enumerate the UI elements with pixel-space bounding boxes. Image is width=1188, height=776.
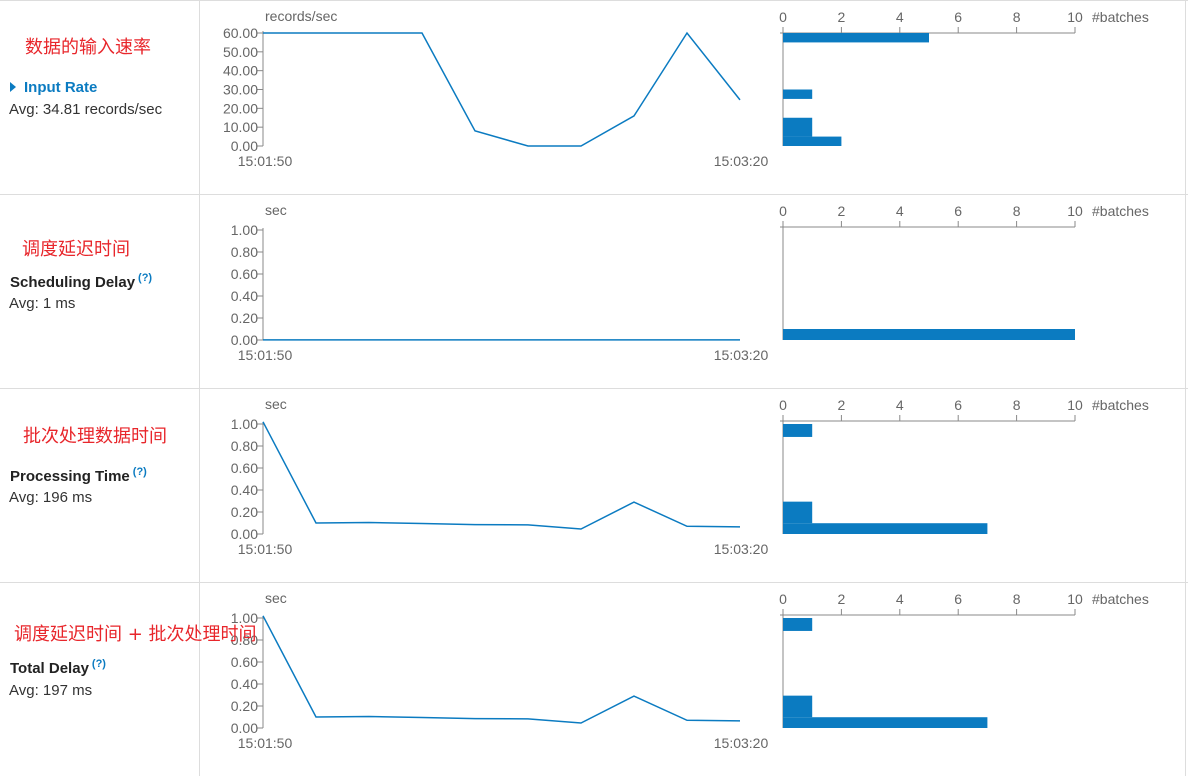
y-tick-label: 0.20: [231, 504, 258, 520]
x-tick-label: 15:03:20: [714, 153, 769, 169]
y-tick-label: 40.00: [223, 63, 258, 79]
x-tick-label: 10: [1067, 9, 1083, 25]
y-axis-label: sec: [265, 202, 287, 218]
y-tick-label: 0.80: [231, 438, 258, 454]
x-tick-label: 15:03:20: [714, 735, 769, 751]
x-axis-label: #batches: [1092, 397, 1149, 413]
x-tick-label: 4: [896, 397, 904, 413]
y-tick-label: 0.80: [231, 244, 258, 260]
y-tick-label: 10.00: [223, 119, 258, 135]
series-line: [262, 615, 741, 724]
x-tick-label: 2: [838, 9, 846, 25]
y-tick-label: 1.00: [231, 416, 258, 432]
y-tick-label: 60.00: [223, 25, 258, 41]
histogram-bar: [783, 717, 988, 728]
x-tick-label: 4: [896, 9, 904, 25]
x-tick-label: 0: [779, 9, 787, 25]
x-tick-label: 4: [896, 591, 904, 607]
x-tick-label: 15:01:50: [238, 541, 293, 557]
y-tick-label: 0.40: [231, 676, 258, 692]
series-line: [263, 31, 741, 147]
x-tick-label: 2: [838, 591, 846, 607]
histogram-bar: [783, 33, 929, 43]
y-tick-label: 0.60: [231, 460, 258, 476]
x-tick-label: 15:01:50: [238, 153, 293, 169]
x-tick-label: 0: [779, 591, 787, 607]
x-tick-label: 10: [1067, 591, 1083, 607]
x-tick-label: 15:03:20: [714, 541, 769, 557]
x-tick-label: 4: [896, 203, 904, 219]
y-tick-label: 0.60: [231, 654, 258, 670]
y-tick-label: 30.00: [223, 82, 258, 98]
histogram-bar: [783, 329, 1075, 340]
charts-canvas: records/sec60.0050.0040.0030.0020.0010.0…: [223, 8, 1149, 751]
y-tick-label: 0.40: [231, 288, 258, 304]
series-line: [262, 421, 741, 530]
x-tick-label: 8: [1013, 397, 1021, 413]
histogram-bar: [783, 89, 813, 99]
x-tick-label: 15:01:50: [238, 735, 293, 751]
histogram-bar: [783, 424, 813, 437]
x-axis-label: #batches: [1092, 591, 1149, 607]
y-tick-label: 0.00: [231, 526, 258, 542]
x-tick-label: 2: [838, 203, 846, 219]
x-tick-label: 15:03:20: [714, 347, 769, 363]
x-tick-label: 0: [779, 203, 787, 219]
annotation-label-total: 调度延迟时间 + 批次处理时间: [14, 624, 257, 645]
y-tick-label: 0.20: [231, 310, 258, 326]
histogram-bar: [783, 618, 813, 631]
y-tick-label: 1.00: [231, 222, 258, 238]
x-tick-label: 6: [954, 397, 962, 413]
histogram-bar: [783, 117, 813, 137]
x-tick-label: 0: [779, 397, 787, 413]
x-tick-label: 15:01:50: [238, 347, 293, 363]
x-tick-label: 10: [1067, 397, 1083, 413]
y-axis-label: sec: [265, 396, 287, 412]
histogram-bar: [783, 695, 813, 718]
y-tick-label: 0.00: [231, 332, 258, 348]
x-tick-label: 6: [954, 591, 962, 607]
histogram-bar: [783, 501, 813, 524]
y-tick-label: 50.00: [223, 44, 258, 60]
x-tick-label: 10: [1067, 203, 1083, 219]
y-tick-label: 0.00: [231, 138, 258, 154]
x-tick-label: 6: [954, 203, 962, 219]
y-tick-label: 0.00: [231, 720, 258, 736]
y-axis-label: records/sec: [265, 8, 337, 24]
x-axis-label: #batches: [1092, 203, 1149, 219]
y-tick-label: 0.40: [231, 482, 258, 498]
x-tick-label: 8: [1013, 591, 1021, 607]
histogram-bar: [783, 136, 842, 146]
x-tick-label: 6: [954, 9, 962, 25]
x-tick-label: 8: [1013, 203, 1021, 219]
histogram-bar: [783, 523, 988, 534]
x-tick-label: 2: [838, 397, 846, 413]
y-tick-label: 20.00: [223, 100, 258, 116]
y-axis-label: sec: [265, 590, 287, 606]
x-tick-label: 8: [1013, 9, 1021, 25]
y-tick-label: 0.60: [231, 266, 258, 282]
x-axis-label: #batches: [1092, 9, 1149, 25]
y-tick-label: 0.20: [231, 698, 258, 714]
